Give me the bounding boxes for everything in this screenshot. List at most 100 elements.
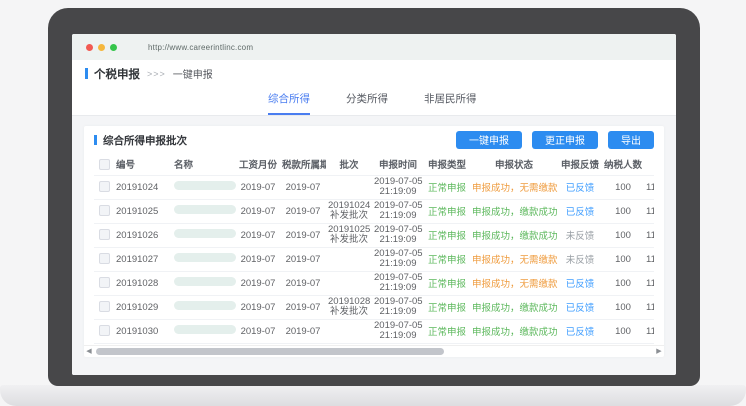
cell	[172, 295, 236, 319]
cell-feedback[interactable]: 已反馈	[558, 175, 602, 199]
cell-feedback[interactable]: 已反馈	[558, 271, 602, 295]
cell-batch: 20191028补发批次	[326, 295, 372, 319]
panel-button-0[interactable]: 一键申报	[456, 131, 522, 149]
cell-batch: 20191025补发批次	[326, 223, 372, 247]
redacted-name	[174, 229, 236, 238]
cell	[94, 223, 114, 247]
page-background: http://www.careerintlinc.com 个税申报 >>> 一键…	[0, 0, 746, 406]
redacted-name	[174, 325, 236, 334]
content-area: 综合所得申报批次 一键申报更正申报导出 编号名称工资月份税款所属期批次申报时间申…	[72, 116, 676, 375]
cell-salary-month: 2019-07	[236, 199, 280, 223]
row-checkbox[interactable]	[99, 253, 110, 264]
redacted-name	[174, 301, 236, 310]
cell	[94, 271, 114, 295]
row-checkbox[interactable]	[99, 229, 110, 240]
cell-status: 申报成功，缴款成功	[470, 223, 558, 247]
cell-status: 申报成功，缴款成功	[470, 319, 558, 343]
cell-type: 正常申报	[424, 319, 470, 343]
cell-taxpayers: 100	[602, 175, 644, 199]
cell-taxpayers: 100	[602, 199, 644, 223]
cell-batch	[326, 319, 372, 343]
title-accent-bar-icon	[85, 68, 88, 79]
cell	[94, 319, 114, 343]
breadcrumb: 个税申报 >>> 一键申报	[72, 60, 676, 87]
row-checkbox[interactable]	[99, 181, 110, 192]
cell-batch: 20191024补发批次	[326, 199, 372, 223]
cell-feedback: 未反馈	[558, 247, 602, 271]
window-close-icon[interactable]	[86, 44, 93, 51]
panel-button-2[interactable]: 导出	[608, 131, 654, 149]
cell-status: 申报成功，无需缴款	[470, 175, 558, 199]
cell-time: 2019-07-0521:19:09	[372, 271, 424, 295]
cell-id: 20191030	[114, 319, 172, 343]
column-header-0: 编号	[114, 154, 172, 175]
cell-feedback[interactable]: 已反馈	[558, 319, 602, 343]
scroll-right-arrow-icon[interactable]: ▶	[654, 346, 664, 358]
redacted-name	[174, 205, 236, 214]
cell	[94, 295, 114, 319]
cell-taxpayers: 100	[602, 295, 644, 319]
cell-type: 正常申报	[424, 271, 470, 295]
breadcrumb-separator: >>>	[147, 69, 166, 79]
column-header-1: 名称	[172, 154, 236, 175]
scrollbar-thumb[interactable]	[96, 348, 444, 355]
cell-status: 申报成功，缴款成功	[470, 199, 558, 223]
panel-button-1[interactable]: 更正申报	[532, 131, 598, 149]
cell-salary-month: 2019-07	[236, 319, 280, 343]
cell-clipped: 11	[644, 271, 654, 295]
window-minimize-icon[interactable]	[98, 44, 105, 51]
cell-salary-month: 2019-07	[236, 175, 280, 199]
cell-id: 20191026	[114, 223, 172, 247]
cell-time: 2019-07-0521:19:09	[372, 319, 424, 343]
redacted-name	[174, 277, 236, 286]
cell	[172, 175, 236, 199]
cell-feedback[interactable]: 已反馈	[558, 199, 602, 223]
cell-time: 2019-07-0521:19:09	[372, 175, 424, 199]
window-maximize-icon[interactable]	[110, 44, 117, 51]
page-title: 个税申报	[94, 66, 140, 82]
row-checkbox[interactable]	[99, 205, 110, 216]
cell-taxpayers: 100	[602, 319, 644, 343]
cell-clipped: 11	[644, 247, 654, 271]
row-checkbox[interactable]	[99, 301, 110, 312]
laptop-frame: http://www.careerintlinc.com 个税申报 >>> 一键…	[48, 8, 700, 386]
cell-salary-month: 2019-07	[236, 295, 280, 319]
cell-id: 20191024	[114, 175, 172, 199]
cell-taxpayers: 100	[602, 223, 644, 247]
cell	[172, 319, 236, 343]
table-row: 201910252019-072019-0720191024补发批次2019-0…	[94, 199, 654, 223]
address-bar[interactable]: http://www.careerintlinc.com	[148, 43, 253, 52]
column-header-2: 工资月份	[236, 154, 280, 175]
cell-type: 正常申报	[424, 175, 470, 199]
cell-feedback[interactable]: 已反馈	[558, 295, 602, 319]
batch-table: 编号名称工资月份税款所属期批次申报时间申报类型申报状态申报反馈纳税人数 2019…	[94, 154, 654, 344]
cell	[172, 199, 236, 223]
select-all-checkbox[interactable]	[99, 159, 110, 170]
cell-id: 20191025	[114, 199, 172, 223]
column-header-4: 批次	[326, 154, 372, 175]
cell-time: 2019-07-0521:19:09	[372, 295, 424, 319]
breadcrumb-current: 一键申报	[173, 66, 213, 81]
tab-1[interactable]: 分类所得	[346, 87, 388, 115]
tab-2[interactable]: 非居民所得	[424, 87, 477, 115]
cell-clipped: 11	[644, 199, 654, 223]
batch-panel: 综合所得申报批次 一键申报更正申报导出 编号名称工资月份税款所属期批次申报时间申…	[84, 126, 664, 357]
cell	[94, 175, 114, 199]
horizontal-scrollbar: ◀ ▶	[84, 345, 664, 357]
cell	[94, 247, 114, 271]
cell-taxpayers: 100	[602, 247, 644, 271]
cell-type: 正常申报	[424, 295, 470, 319]
table-row: 201910242019-072019-072019-07-0521:19:09…	[94, 175, 654, 199]
cell-tax-period: 2019-07	[280, 319, 326, 343]
cell-tax-period: 2019-07	[280, 199, 326, 223]
scroll-left-arrow-icon[interactable]: ◀	[84, 346, 94, 358]
row-checkbox[interactable]	[99, 277, 110, 288]
redacted-name	[174, 253, 236, 262]
cell	[172, 223, 236, 247]
cell-salary-month: 2019-07	[236, 247, 280, 271]
column-header-8: 申报反馈	[558, 154, 602, 175]
panel-accent-bar-icon	[94, 135, 97, 145]
row-checkbox[interactable]	[99, 325, 110, 336]
cell-time: 2019-07-0521:19:09	[372, 247, 424, 271]
tab-0[interactable]: 综合所得	[268, 87, 310, 115]
